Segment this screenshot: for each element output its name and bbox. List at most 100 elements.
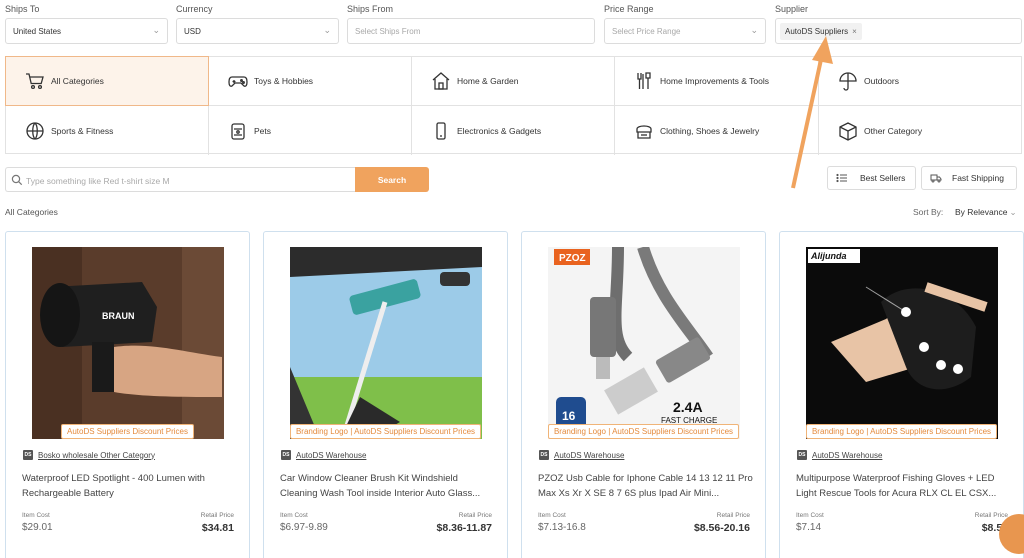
retail-price-value: $34.81 — [201, 522, 234, 534]
close-icon[interactable]: × — [852, 27, 857, 36]
gamepad-icon — [227, 70, 249, 92]
retail-price-value: $8.56-20.16 — [693, 522, 750, 534]
phone-icon — [430, 120, 452, 142]
chevron-down-icon: ⌄ — [750, 25, 758, 35]
badge-label: Branding Logo | AutoDS Suppliers Discoun… — [289, 424, 482, 439]
currency-value: USD — [184, 27, 201, 36]
price-range-select[interactable]: Select Price Range ⌄ — [604, 18, 766, 44]
retail-price-label: Retail Price — [200, 512, 234, 519]
retail-price-label: Retail Price — [458, 512, 492, 519]
category-sports[interactable]: Sports & Fitness — [6, 106, 209, 155]
product-image[interactable]: BRAUN — [32, 247, 224, 439]
sort-value: By Relevance — [955, 207, 1008, 217]
supplier-link[interactable]: DS AutoDS Warehouse — [281, 450, 366, 460]
product-image[interactable]: PZOZ 16 2.4A FAST CHARGE — [548, 247, 740, 439]
box-icon — [837, 120, 859, 142]
item-cost-value: $7.13-16.8 — [538, 522, 586, 533]
product-image-text: BRAUN — [102, 311, 135, 321]
ships-from-select[interactable]: Select Ships From — [347, 18, 595, 44]
discount-badge: Branding Logo | AutoDS Suppliers Discoun… — [780, 424, 1023, 439]
product-image-speed: 2.4A — [673, 399, 703, 415]
product-title[interactable]: Car Window Cleaner Brush Kit Windshield … — [280, 472, 495, 501]
retail-price-label: Retail Price — [974, 512, 1008, 519]
product-title[interactable]: PZOZ Usb Cable for Iphone Cable 14 13 12… — [538, 472, 753, 501]
product-card[interactable]: PZOZ 16 2.4A FAST CHARGE Branding Logo |… — [521, 231, 766, 558]
category-clothing[interactable]: Clothing, Shoes & Jewelry — [615, 106, 819, 155]
ships-from-placeholder: Select Ships From — [355, 27, 421, 36]
product-image[interactable] — [290, 247, 482, 439]
product-card[interactable]: BRAUN AutoDS Suppliers Discount Prices D… — [5, 231, 250, 558]
category-label: Sports & Fitness — [51, 125, 114, 136]
retail-price-label: Retail Price — [716, 512, 750, 519]
pet-food-icon — [227, 120, 249, 142]
category-label: Other Category — [864, 125, 923, 136]
category-all[interactable]: All Categories — [5, 56, 209, 106]
product-image-brand: Alijunda — [810, 251, 847, 261]
supplier-chip-label: AutoDS Suppliers — [785, 27, 849, 36]
category-label: Home Improvements & Tools — [660, 76, 769, 86]
supplier-name: AutoDS Warehouse — [296, 450, 367, 460]
supplier-link[interactable]: DS AutoDS Warehouse — [539, 450, 624, 460]
currency-select[interactable]: USD ⌄ — [176, 18, 339, 44]
search-input[interactable]: Type something like Red t-shirt size M — [5, 167, 355, 192]
category-toys[interactable]: Toys & Hobbies — [209, 57, 412, 106]
search-button[interactable]: Search — [355, 167, 429, 192]
best-sellers-button[interactable]: Best Sellers — [827, 166, 916, 190]
category-label: Outdoors — [864, 76, 899, 86]
truck-icon — [930, 174, 942, 183]
supplier-link[interactable]: DS Bosko wholesale Other Category — [23, 450, 155, 460]
supplier-chip: AutoDS Suppliers × — [780, 23, 862, 40]
store-icon: DS — [281, 450, 291, 460]
item-cost-value: $7.14 — [796, 522, 822, 533]
category-other[interactable]: Other Category — [819, 106, 1022, 155]
badge-label: Branding Logo | AutoDS Suppliers Discoun… — [547, 424, 740, 439]
sort-select[interactable]: By Relevance ⌄ — [955, 207, 1017, 218]
house-icon — [430, 70, 452, 92]
category-electronics[interactable]: Electronics & Gadgets — [412, 106, 615, 155]
retail-price-value: $8.36-11.87 — [436, 522, 492, 534]
filter-bar: Ships To United States ⌄ Currency USD ⌄ … — [0, 0, 1024, 50]
cart-icon — [24, 70, 46, 92]
tools-icon — [633, 70, 655, 92]
item-cost-label: Item Cost — [538, 512, 566, 519]
item-cost-label: Item Cost — [280, 512, 308, 519]
supplier-name: AutoDS Warehouse — [554, 450, 625, 460]
ships-from-label: Ships From — [347, 4, 394, 14]
discount-badge: Branding Logo | AutoDS Suppliers Discoun… — [522, 424, 765, 439]
fast-shipping-button[interactable]: Fast Shipping — [921, 166, 1017, 190]
category-pets[interactable]: Pets — [209, 106, 412, 155]
badge-label: Branding Logo | AutoDS Suppliers Discoun… — [805, 424, 998, 439]
item-cost-value: $29.01 — [22, 522, 53, 533]
chevron-down-icon: ⌄ — [1009, 207, 1017, 217]
store-icon: DS — [23, 450, 33, 460]
product-card[interactable]: Branding Logo | AutoDS Suppliers Discoun… — [263, 231, 508, 558]
category-home-improvements[interactable]: Home Improvements & Tools — [615, 57, 819, 106]
category-label: All Categories — [51, 76, 104, 86]
product-image-brand: PZOZ — [559, 253, 586, 264]
category-grid: All Categories Toys & Hobbies Home & Gar… — [5, 56, 1022, 155]
ships-to-label: Ships To — [5, 4, 40, 14]
product-card[interactable]: Alijunda Branding Logo | AutoDS Supplier… — [779, 231, 1024, 558]
price-range-label: Price Range — [604, 4, 654, 14]
breadcrumb: All Categories — [5, 207, 58, 217]
fast-shipping-label: Fast Shipping — [952, 173, 1004, 183]
currency-label: Currency — [176, 4, 213, 14]
product-title[interactable]: Waterproof LED Spotlight - 400 Lumen wit… — [22, 472, 237, 501]
search-icon — [11, 174, 23, 186]
ships-to-value: United States — [13, 27, 62, 36]
category-home-garden[interactable]: Home & Garden — [412, 57, 615, 106]
supplier-link[interactable]: DS AutoDS Warehouse — [797, 450, 882, 460]
store-icon: DS — [797, 450, 807, 460]
item-cost-label: Item Cost — [22, 512, 50, 519]
supplier-select[interactable]: AutoDS Suppliers × — [775, 18, 1022, 44]
item-cost-value: $6.97-9.89 — [280, 522, 328, 533]
product-image[interactable]: Alijunda — [806, 247, 998, 439]
category-outdoors[interactable]: Outdoors — [819, 57, 1022, 106]
supplier-name: Bosko wholesale Other Category — [38, 450, 155, 460]
store-icon: DS — [539, 450, 549, 460]
ball-icon — [24, 120, 46, 142]
discount-badge: Branding Logo | AutoDS Suppliers Discoun… — [264, 424, 507, 439]
search-placeholder: Type something like Red t-shirt size M — [26, 176, 170, 186]
product-title[interactable]: Multipurpose Waterproof Fishing Gloves +… — [796, 472, 1011, 501]
ships-to-select[interactable]: United States ⌄ — [5, 18, 168, 44]
